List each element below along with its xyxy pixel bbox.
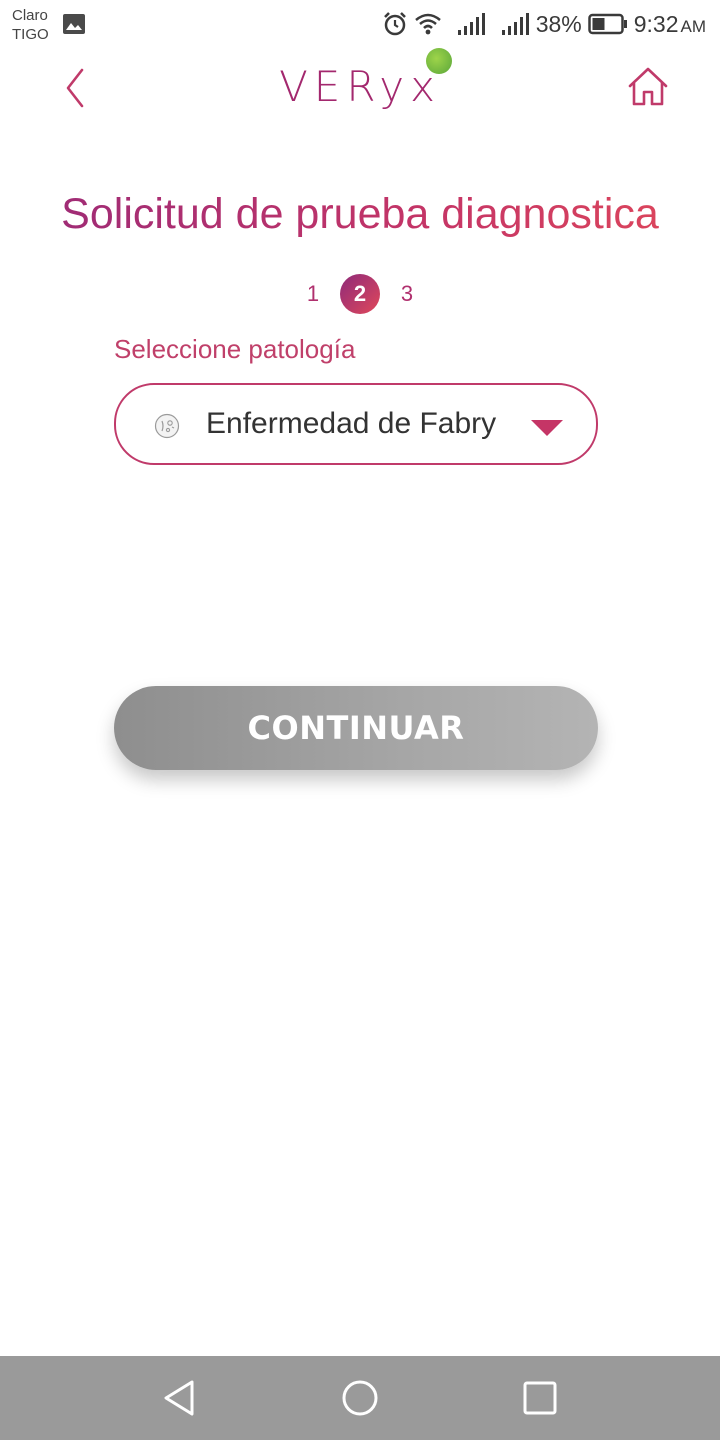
- caret-down-icon: [531, 420, 563, 436]
- app-header: VERyx: [0, 48, 720, 128]
- logo-dot: [426, 48, 452, 74]
- page-title: Solicitud de prueba diagnostica: [0, 190, 720, 239]
- status-icons: 38% 9:32 AM: [382, 8, 706, 40]
- alarm-icon: [383, 12, 406, 36]
- stepper: 1 2 3: [0, 274, 720, 314]
- step-3: 3: [400, 281, 414, 306]
- app-logo: VERyx: [279, 62, 441, 111]
- wifi-icon: [414, 13, 441, 35]
- clock-ampm: AM: [680, 16, 707, 36]
- nav-recent-icon[interactable]: [520, 1378, 560, 1418]
- cell-icon: [154, 413, 180, 439]
- pathology-label: Seleccione patología: [114, 334, 356, 364]
- status-bar: Claro TIGO 38% 9:32 AM: [0, 0, 720, 48]
- step-1: 1: [306, 281, 320, 306]
- clock: 9:32 AM: [634, 11, 706, 38]
- battery-icon: [587, 13, 627, 35]
- system-nav-bar: [0, 1356, 720, 1440]
- screen: Claro TIGO 38% 9:32 AM VERyx Solicitud d…: [0, 0, 720, 1440]
- signal-icon: [501, 13, 529, 35]
- pathology-select[interactable]: Enfermedad de Fabry: [114, 383, 598, 465]
- continue-button[interactable]: CONTINUAR: [114, 686, 598, 770]
- nav-back-icon[interactable]: [160, 1378, 200, 1418]
- step-2-active: 2: [340, 274, 380, 314]
- nav-home-icon[interactable]: [340, 1378, 380, 1418]
- gallery-icon: [63, 14, 85, 34]
- battery-percent: 38%: [535, 10, 582, 37]
- pathology-value: Enfermedad de Fabry: [206, 407, 497, 440]
- carrier-line2: TIGO: [12, 26, 49, 43]
- clock-time: 9:32: [633, 10, 679, 37]
- carrier-line1: Claro: [12, 7, 48, 24]
- carrier-label: Claro TIGO: [12, 6, 49, 44]
- home-icon[interactable]: [624, 64, 672, 110]
- signal-icon: [457, 13, 485, 35]
